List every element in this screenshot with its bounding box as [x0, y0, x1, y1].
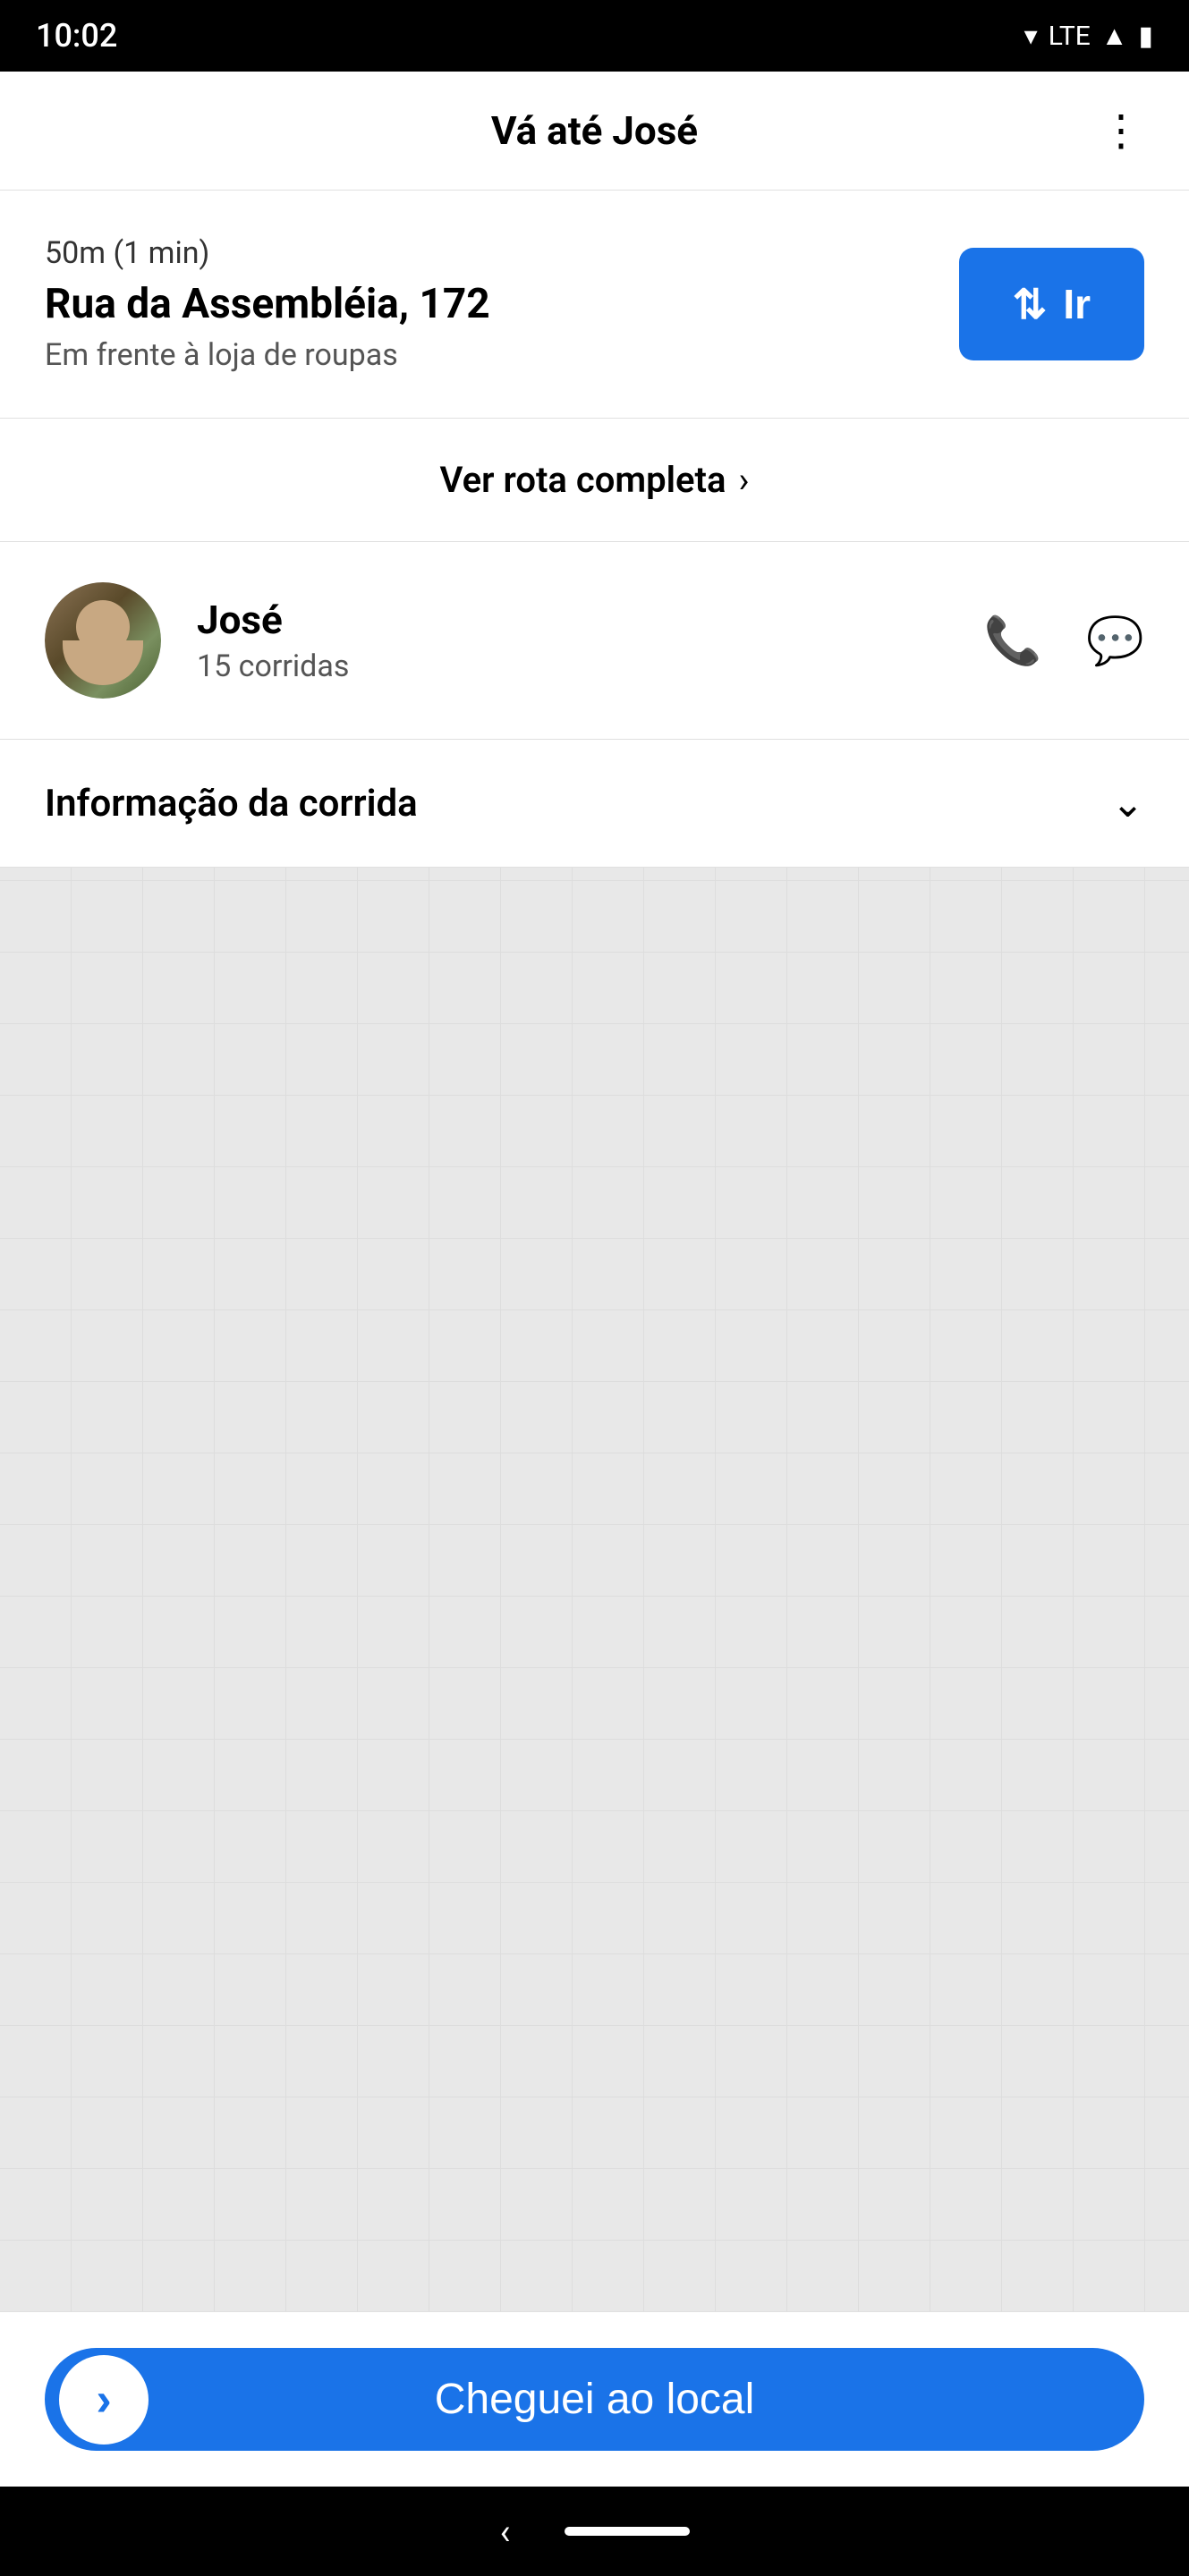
passenger-name: José [197, 597, 948, 643]
status-bar: 10:02 ▾ LTE ▲ ▮ [0, 0, 1189, 72]
route-info: 50m (1 min) Rua da Assembléia, 172 Em fr… [45, 235, 490, 373]
arrived-label: Cheguei ao local [98, 2375, 1091, 2424]
ride-info-title: Informação da corrida [45, 782, 418, 826]
full-route-label: Ver rota completa [440, 459, 726, 501]
message-button[interactable]: 💬 [1086, 614, 1144, 668]
wifi-icon: ▾ [1024, 21, 1038, 52]
route-arrows-icon: ⇅ [1013, 280, 1048, 328]
nav-bar: ‹ [0, 2487, 1189, 2576]
passenger-actions: 📞 💬 [984, 614, 1145, 668]
battery-icon: ▮ [1138, 21, 1153, 52]
header: Vá até José ⋮ [0, 72, 1189, 191]
arrived-button[interactable]: › Cheguei ao local [45, 2348, 1144, 2451]
go-button[interactable]: ⇅ Ir [959, 248, 1144, 360]
arrived-arrow-icon: › [59, 2355, 149, 2445]
status-time: 10:02 [36, 17, 117, 55]
ride-info-section[interactable]: Informação da corrida ⌄ [0, 740, 1189, 868]
passenger-info: José 15 corridas [197, 597, 948, 684]
network-label: LTE [1049, 21, 1091, 52]
back-button[interactable]: ‹ [499, 2511, 510, 2553]
route-eta: 50m (1 min) [45, 235, 490, 271]
bottom-section: › Cheguei ao local [0, 2311, 1189, 2487]
full-route-arrow-icon: › [738, 459, 749, 501]
call-button[interactable]: 📞 [984, 614, 1042, 668]
home-indicator[interactable] [565, 2527, 690, 2536]
page-title: Vá até José [491, 107, 698, 154]
map-area [0, 868, 1189, 2311]
go-label: Ir [1063, 280, 1091, 328]
more-options-button[interactable]: ⋮ [1100, 109, 1144, 152]
chevron-down-icon: ⌄ [1111, 780, 1144, 826]
full-route-button[interactable]: Ver rota completa › [0, 419, 1189, 542]
status-icons: ▾ LTE ▲ ▮ [1024, 21, 1153, 52]
route-address: Rua da Assembléia, 172 [45, 280, 490, 328]
avatar-image [45, 582, 161, 699]
signal-icon: ▲ [1101, 21, 1128, 52]
avatar [45, 582, 161, 699]
route-section: 50m (1 min) Rua da Assembléia, 172 Em fr… [0, 191, 1189, 419]
passenger-rides: 15 corridas [197, 648, 948, 684]
passenger-section: José 15 corridas 📞 💬 [0, 542, 1189, 740]
route-note: Em frente à loja de roupas [45, 337, 490, 373]
